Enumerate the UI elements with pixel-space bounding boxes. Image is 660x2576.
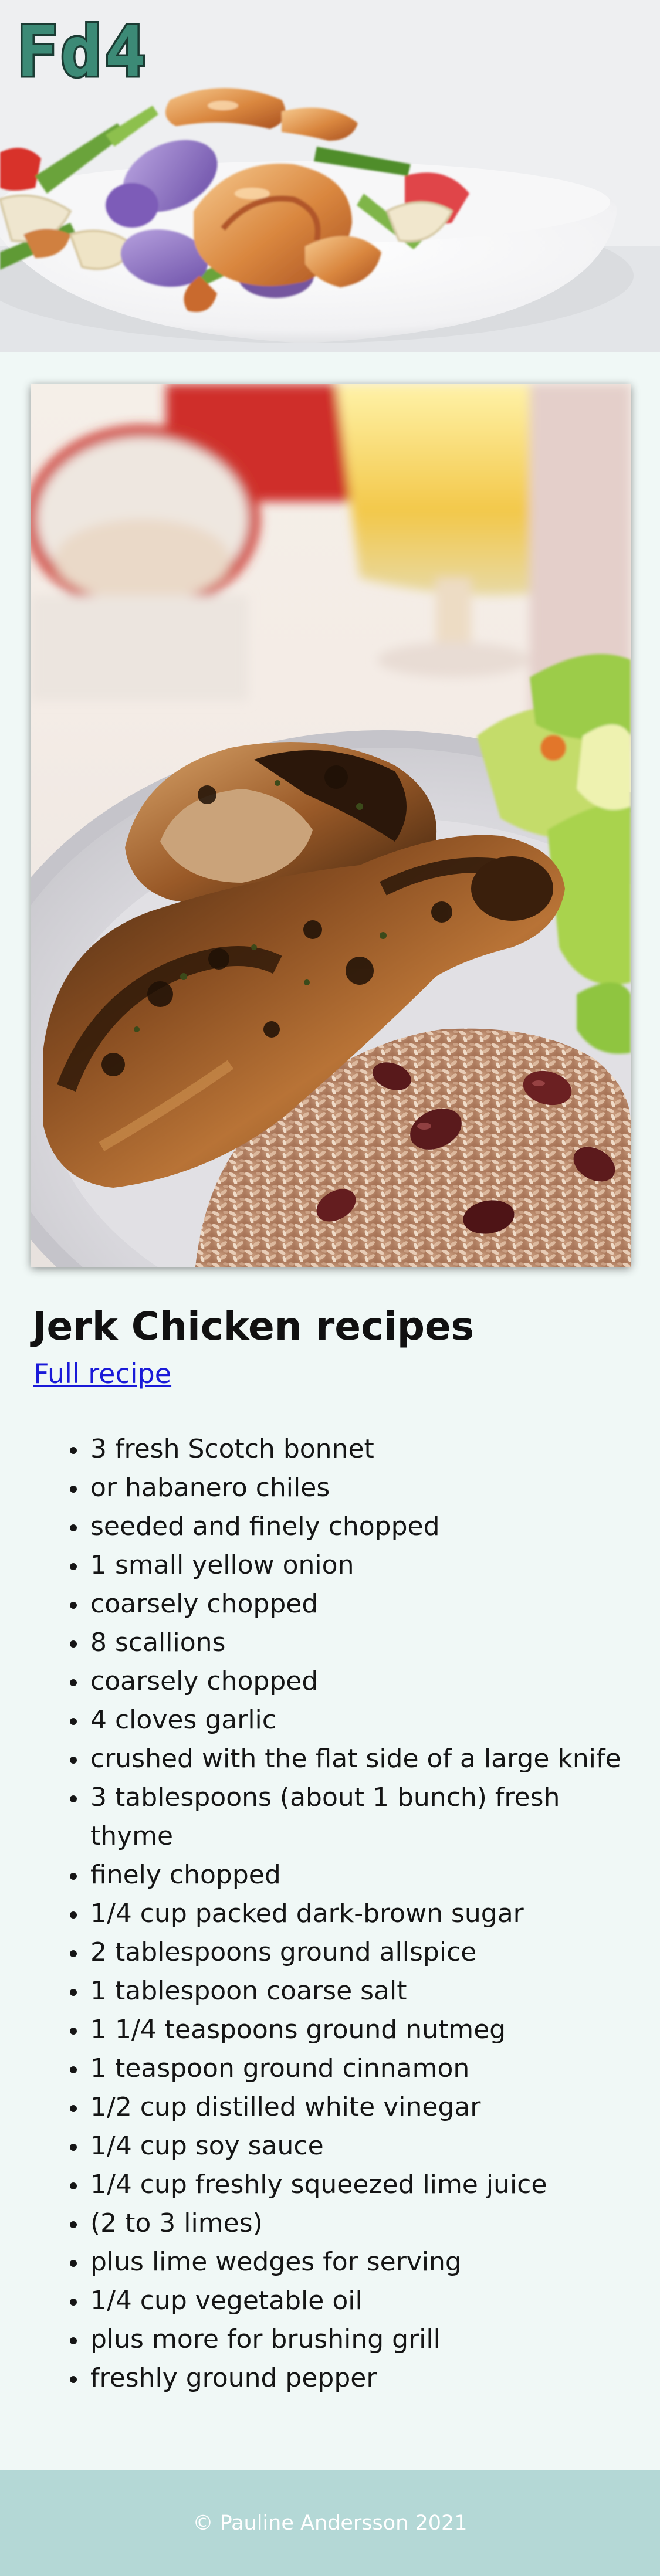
recipe-photo-frame: [31, 384, 631, 1267]
ingredients-list: 3 fresh Scotch bonnetor habanero chiless…: [55, 1430, 630, 2398]
jerk-chicken-photo: [31, 384, 631, 1267]
ingredient-item: 1/4 cup freshly squeezed lime juice: [88, 2165, 630, 2204]
ingredient-item: 3 fresh Scotch bonnet: [88, 1430, 630, 1469]
ingredient-item: 1/4 cup soy sauce: [88, 2127, 630, 2165]
ingredient-item: 1/4 cup vegetable oil: [88, 2282, 630, 2320]
ingredient-item: 4 cloves garlic: [88, 1701, 630, 1740]
ingredient-item: (2 to 3 limes): [88, 2204, 630, 2243]
hero-header: Fd4: [0, 0, 660, 352]
ingredient-item: plus lime wedges for serving: [88, 2243, 630, 2282]
ingredient-item: freshly ground pepper: [88, 2359, 630, 2398]
full-recipe-link[interactable]: Full recipe: [33, 1356, 171, 1391]
ingredient-item: 1 tablespoon coarse salt: [88, 1972, 630, 2011]
copyright-text: © Pauline Andersson 2021: [192, 2511, 468, 2535]
ingredient-item: coarsely chopped: [88, 1585, 630, 1623]
ingredient-item: seeded and finely chopped: [88, 1507, 630, 1546]
ingredient-item: 1 teaspoon ground cinnamon: [88, 2049, 630, 2088]
ingredient-item: coarsely chopped: [88, 1662, 630, 1701]
recipe-title: Jerk Chicken recipes: [32, 1304, 475, 1349]
ingredient-item: plus more for brushing grill: [88, 2320, 630, 2359]
ingredient-item: 2 tablespoons ground allspice: [88, 1933, 630, 1972]
ingredient-item: 8 scallions: [88, 1623, 630, 1662]
ingredient-item: finely chopped: [88, 1856, 630, 1894]
ingredient-item: or habanero chiles: [88, 1469, 630, 1507]
ingredient-item: 1/4 cup packed dark-brown sugar: [88, 1894, 630, 1933]
ingredient-item: 1 small yellow onion: [88, 1546, 630, 1585]
ingredient-item: crushed with the flat side of a large kn…: [88, 1740, 630, 1778]
ingredient-item: 3 tablespoons (about 1 bunch) fresh thym…: [88, 1778, 630, 1856]
site-logo[interactable]: Fd4: [14, 15, 148, 89]
ingredient-item: 1 1/4 teaspoons ground nutmeg: [88, 2011, 630, 2049]
ingredient-item: 1/2 cup distilled white vinegar: [88, 2088, 630, 2127]
page-footer: © Pauline Andersson 2021: [0, 2470, 660, 2576]
